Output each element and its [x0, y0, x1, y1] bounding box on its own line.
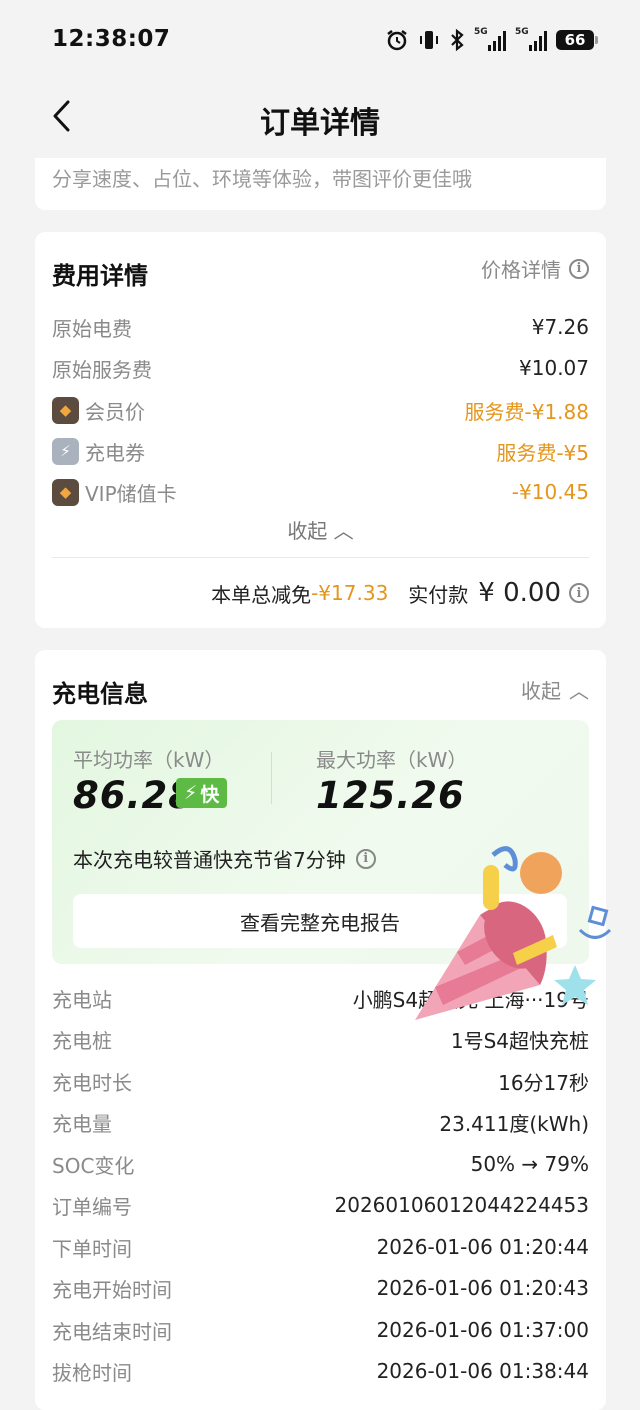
time-saved-info-icon[interactable]: i	[355, 848, 376, 869]
fast-charge-label: 快	[200, 783, 220, 806]
max-power-label: 最大功率（kW）	[316, 748, 468, 772]
fee-details-card: 费用详情 价格详情 i 原始电费 ¥7.26 原始服务费 ¥10.07 ◆ 会员价…	[35, 232, 606, 628]
paid-label: 实付款	[408, 582, 469, 607]
alarm-icon	[387, 30, 407, 51]
info-label: 充电桩	[52, 1028, 112, 1053]
network-type-label-2: 5G	[515, 27, 529, 37]
info-value: 2026-01-06 01:20:44	[376, 1235, 589, 1259]
fee-row-coupon: ⚡ 充电券 服务费-¥5	[52, 436, 589, 466]
info-value: 2026-01-06 01:38:44	[376, 1359, 589, 1383]
vip-card-icon: ◆	[52, 478, 79, 506]
total-discount-label: 本单总减免	[211, 582, 312, 607]
signal-icon: 5G	[474, 27, 506, 51]
info-value: 23.411度(kWh)	[439, 1111, 589, 1136]
fee-label: 原始电费	[52, 316, 132, 341]
info-label: 订单编号	[52, 1194, 132, 1219]
status-icons: 5G 5G 66	[385, 27, 598, 53]
fee-row-member-price: ◆ 会员价 服务费-¥1.88	[52, 395, 589, 425]
info-value: 2026-01-06 01:20:43	[376, 1276, 589, 1300]
fee-collapse-button[interactable]: 收起 ︿	[35, 515, 606, 544]
info-label: 拔枪时间	[52, 1360, 132, 1385]
fee-label: 充电券	[85, 440, 145, 465]
fee-row-vip-card: ◆ VIP储值卡 -¥10.45	[52, 477, 589, 507]
coupon-ticket-icon: ⚡	[52, 437, 79, 465]
fee-value: ¥10.07	[519, 356, 589, 380]
charging-row-pile: 充电桩 1号S4超快充桩	[52, 1024, 589, 1054]
price-details-label: 价格详情	[481, 258, 561, 282]
fee-section-title: 费用详情	[52, 262, 148, 290]
info-icon: i	[569, 258, 589, 279]
power-summary-box: 平均功率（kW） 86.28 ⚡ 快 最大功率（kW） 125.26 本次充电较普…	[52, 720, 589, 964]
fee-row-electricity: 原始电费 ¥7.26	[52, 312, 589, 342]
info-label: SOC变化	[52, 1153, 135, 1178]
view-report-button[interactable]: 查看完整充电报告	[73, 894, 567, 948]
collapse-label: 收起	[521, 679, 561, 703]
charging-collapse-button[interactable]: 收起 ︿	[521, 675, 589, 704]
network-type-label: 5G	[474, 27, 488, 37]
divider	[271, 752, 272, 804]
fast-charge-badge: ⚡ 快	[176, 778, 228, 808]
avg-power-label: 平均功率（kW）	[73, 748, 225, 772]
charging-info-card: 充电信息 收起 ︿ 平均功率（kW） 86.28 ⚡ 快 最大功率（kW） 125.…	[35, 650, 606, 1410]
divider	[52, 557, 589, 558]
charging-section-title: 充电信息	[52, 680, 148, 708]
charging-row-soc: SOC变化 50% → 79%	[52, 1149, 589, 1179]
vibrate-icon	[420, 31, 438, 49]
charging-row-energy: 充电量 23.411度(kWh)	[52, 1107, 589, 1137]
fee-value: -¥10.45	[511, 480, 589, 504]
fee-label: 会员价	[85, 399, 145, 424]
info-label: 充电站	[52, 987, 112, 1012]
signal-icon-2: 5G	[515, 27, 547, 51]
max-power-value: 125.26	[316, 774, 465, 817]
bluetooth-icon	[451, 28, 464, 52]
info-label: 充电量	[52, 1111, 112, 1136]
info-label: 充电结束时间	[52, 1319, 172, 1344]
page-title: 订单详情	[260, 106, 380, 141]
fee-value: 服务费-¥5	[496, 440, 589, 465]
charging-row-start-time: 充电开始时间 2026-01-06 01:20:43	[52, 1273, 589, 1303]
review-tip: 分享速度、占位、环境等体验，带图评价更佳哦	[52, 167, 472, 191]
charging-row-order-id: 订单编号 20260106012044224453	[52, 1190, 589, 1220]
payment-summary: 本单总减免 -¥17.33 实付款 ¥ 0.00 i	[211, 578, 589, 608]
info-value: 2026-01-06 01:37:00	[376, 1318, 589, 1342]
info-value: 50% → 79%	[470, 1152, 589, 1176]
info-label: 充电开始时间	[52, 1277, 172, 1302]
charging-row-order-time: 下单时间 2026-01-06 01:20:44	[52, 1232, 589, 1262]
member-badge-icon: ◆	[52, 396, 79, 424]
info-value: 1号S4超快充桩	[450, 1028, 589, 1053]
chevron-up-icon: ︿	[333, 519, 354, 543]
lightning-icon: ⚡	[184, 782, 198, 804]
info-value: 小鹏S4超快充 上海···19号	[352, 987, 589, 1012]
time-saved-text: 本次充电较普通快充节省7分钟	[73, 848, 346, 872]
charging-row-end-time: 充电结束时间 2026-01-06 01:37:00	[52, 1315, 589, 1345]
fee-label: 原始服务费	[52, 357, 152, 382]
status-time: 12:38:07	[52, 26, 171, 52]
fee-row-service: 原始服务费 ¥10.07	[52, 353, 589, 383]
paid-value: ¥ 0.00	[478, 578, 561, 608]
charging-row-unplug-time: 拔枪时间 2026-01-06 01:38:44	[52, 1356, 589, 1386]
price-details-link[interactable]: 价格详情 i	[481, 254, 589, 283]
chevron-up-icon: ︿	[569, 679, 589, 703]
nav-header: 订单详情	[0, 72, 640, 162]
charging-row-station[interactable]: 充电站 小鹏S4超快充 上海···19号	[52, 983, 589, 1013]
status-bar: 12:38:07 5G 5G 66	[0, 0, 640, 72]
info-value: 16分17秒	[498, 1070, 589, 1095]
payment-info-icon[interactable]: i	[569, 583, 589, 603]
info-value: 20260106012044224453	[334, 1193, 590, 1217]
collapse-label: 收起	[287, 519, 328, 543]
fee-label: VIP储值卡	[85, 481, 177, 506]
review-card[interactable]: 分享速度、占位、环境等体验，带图评价更佳哦	[35, 158, 606, 210]
fee-value: ¥7.26	[531, 315, 589, 339]
total-discount-value: -¥17.33	[311, 581, 389, 605]
battery-icon: 66	[556, 30, 598, 50]
fee-value: 服务费-¥1.88	[464, 399, 589, 424]
time-saved-note: 本次充电较普通快充节省7分钟 i	[73, 844, 376, 873]
info-label: 下单时间	[52, 1236, 132, 1261]
charging-row-duration: 充电时长 16分17秒	[52, 1066, 589, 1096]
info-label: 充电时长	[52, 1070, 132, 1095]
